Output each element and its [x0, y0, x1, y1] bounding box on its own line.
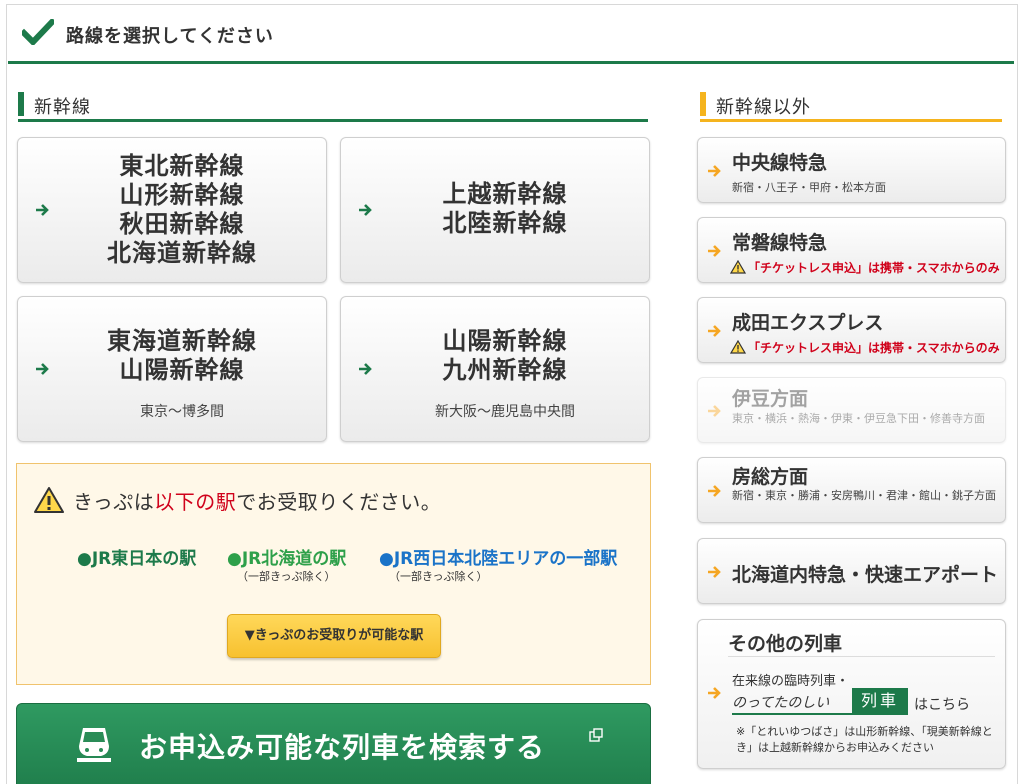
- train-destinations: 東京・横浜・熱海・伊東・伊豆急下田・修善寺方面: [732, 412, 985, 425]
- station-jr-east: ●JR東日本の駅: [77, 549, 197, 569]
- other-trains-note: ※「とれいゆつばさ」は山形新幹線、「現美新幹線とき」は上越新幹線からお申込みくだ…: [736, 725, 993, 754]
- sanyo-kyushu-button[interactable]: 山陽新幹線 九州新幹線 新大阪〜鹿児島中央間: [340, 296, 650, 442]
- heading-underline: [700, 119, 1002, 122]
- line-name: 上越新幹線: [442, 180, 568, 208]
- other-trains-title: その他の列車: [728, 633, 843, 655]
- train-title: 中央線特急: [732, 152, 828, 174]
- hokkaido-express-button[interactable]: 北海道内特急・快速エアポート: [697, 538, 1006, 604]
- warning-icon: [730, 340, 746, 354]
- ticketless-warning: 「チケットレス申込」は携帯・スマホからのみ: [730, 259, 1000, 276]
- arrow-right-icon: [708, 325, 721, 337]
- train-title: 常磐線特急: [732, 232, 828, 254]
- divider: [728, 656, 995, 657]
- station-jr-west-hokuriku: ●JR西日本北陸エリアの一部駅: [379, 549, 618, 569]
- station-note: （一部きっぷ除く）: [237, 570, 336, 583]
- train-title: 房総方面: [732, 466, 809, 488]
- heading-underline: [18, 119, 648, 122]
- warning-text: 「チケットレス申込」は携帯・スマホからのみ: [748, 261, 1000, 275]
- arrow-right-icon: [36, 363, 49, 375]
- pickup-notice: きっぷは以下の駅でお受取りください。 ●JR東日本の駅 ●JR北海道の駅 （一部…: [16, 463, 651, 685]
- arrow-right-icon: [359, 204, 372, 216]
- check-icon: [22, 19, 54, 45]
- line-names: 東海道新幹線 山陽新幹線: [58, 327, 306, 385]
- joyful-train-badge: 列車: [852, 688, 908, 714]
- line-name: 九州新幹線: [442, 356, 568, 384]
- narita-express-button[interactable]: 成田エクスプレス 「チケットレス申込」は携帯・スマホからのみ: [697, 297, 1006, 363]
- heading-bar: [18, 92, 24, 116]
- arrow-right-icon: [708, 405, 721, 417]
- shinkansen-heading: 新幹線: [18, 88, 648, 122]
- shinkansen-heading-label: 新幹線: [34, 97, 91, 118]
- line-name: 山陽新幹線: [119, 356, 245, 384]
- tokaido-sanyo-button[interactable]: 東海道新幹線 山陽新幹線 東京〜博多間: [17, 296, 327, 442]
- notice-title-suffix: でお受取りください。: [236, 490, 442, 514]
- train-destinations: 新宿・東京・勝浦・安房鴨川・君津・館山・銚子方面: [732, 489, 996, 502]
- line-name: 山形新幹線: [119, 181, 245, 209]
- station-jr-hokkaido: ●JR北海道の駅: [227, 549, 347, 569]
- station-note: （一部きっぷ除く）: [389, 570, 488, 583]
- other-trains-line2: のってたのしい: [732, 695, 830, 711]
- tohoku-shinkansen-button[interactable]: 東北新幹線 山形新幹線 秋田新幹線 北海道新幹線: [17, 137, 327, 283]
- line-name: 山陽新幹線: [442, 327, 568, 355]
- pickup-stations-button[interactable]: ▼きっぷのお受取りが可能な駅: [227, 614, 441, 658]
- line-name: 北陸新幹線: [442, 209, 568, 237]
- line-names: 上越新幹線 北陸新幹線: [381, 180, 629, 238]
- train-title: 北海道内特急・快速エアポート: [732, 564, 999, 586]
- arrow-right-icon: [708, 485, 721, 497]
- arrow-right-icon: [708, 687, 721, 699]
- heading-bar: [700, 92, 706, 116]
- line-names: 山陽新幹線 九州新幹線: [381, 327, 629, 385]
- page-header: 路線を選択してください: [8, 6, 1014, 64]
- notice-title-prefix: きっぷは: [73, 490, 155, 514]
- arrow-right-icon: [36, 204, 49, 216]
- arrow-right-icon: [359, 363, 372, 375]
- joban-line-express-button[interactable]: 常磐線特急 「チケットレス申込」は携帯・スマホからのみ: [697, 217, 1006, 283]
- ticketless-warning: 「チケットレス申込」は携帯・スマホからのみ: [730, 339, 1000, 356]
- train-destinations: 新宿・八王子・甲府・松本方面: [732, 181, 886, 194]
- warning-icon: [34, 487, 64, 513]
- train-title: 伊豆方面: [732, 388, 809, 410]
- line-name: 秋田新幹線: [119, 210, 245, 238]
- joetsu-hokuriku-button[interactable]: 上越新幹線 北陸新幹線: [340, 137, 650, 283]
- line-names: 東北新幹線 山形新幹線 秋田新幹線 北海道新幹線: [58, 152, 306, 268]
- arrow-right-icon: [708, 165, 721, 177]
- external-link-icon: [589, 728, 603, 742]
- warning-text: 「チケットレス申込」は携帯・スマホからのみ: [748, 341, 1000, 355]
- train-title: 成田エクスプレス: [732, 312, 884, 334]
- boso-area-button[interactable]: 房総方面 新宿・東京・勝浦・安房鴨川・君津・館山・銚子方面: [697, 457, 1006, 523]
- warning-icon: [730, 260, 746, 274]
- other-trains-line1: 在来線の臨時列車・: [732, 674, 850, 689]
- izu-area-button[interactable]: 伊豆方面 東京・横浜・熱海・伊東・伊豆急下田・修善寺方面: [697, 377, 1006, 443]
- other-trains-link[interactable]: 在来線の臨時列車・ のってたのしい 列車 はこちら: [698, 662, 1005, 718]
- other-trains-line3: はこちら: [914, 697, 970, 713]
- line-name: 東北新幹線: [119, 152, 245, 180]
- line-name: 東海道新幹線: [107, 327, 257, 355]
- chuo-line-express-button[interactable]: 中央線特急 新宿・八王子・甲府・松本方面: [697, 137, 1006, 203]
- other-trains-panel: その他の列車 在来線の臨時列車・ のってたのしい 列車 はこちら ※「とれいゆつ…: [697, 619, 1006, 769]
- page-title: 路線を選択してください: [66, 26, 274, 47]
- arrow-right-icon: [708, 566, 721, 578]
- arrow-right-icon: [708, 245, 721, 257]
- train-icon: [77, 728, 111, 762]
- route-section: 東京〜博多間: [140, 404, 224, 420]
- others-heading-label: 新幹線以外: [716, 97, 811, 118]
- line-name: 北海道新幹線: [107, 239, 257, 267]
- search-trains-button[interactable]: お申込み可能な列車を検索する: [16, 703, 651, 784]
- route-section: 新大阪〜鹿児島中央間: [435, 404, 575, 420]
- notice-title: きっぷは以下の駅でお受取りください。: [73, 486, 441, 515]
- notice-title-highlight: 以下の駅: [154, 490, 237, 514]
- search-label: お申込み可能な列車を検索する: [139, 731, 546, 764]
- others-heading: 新幹線以外: [700, 88, 1002, 122]
